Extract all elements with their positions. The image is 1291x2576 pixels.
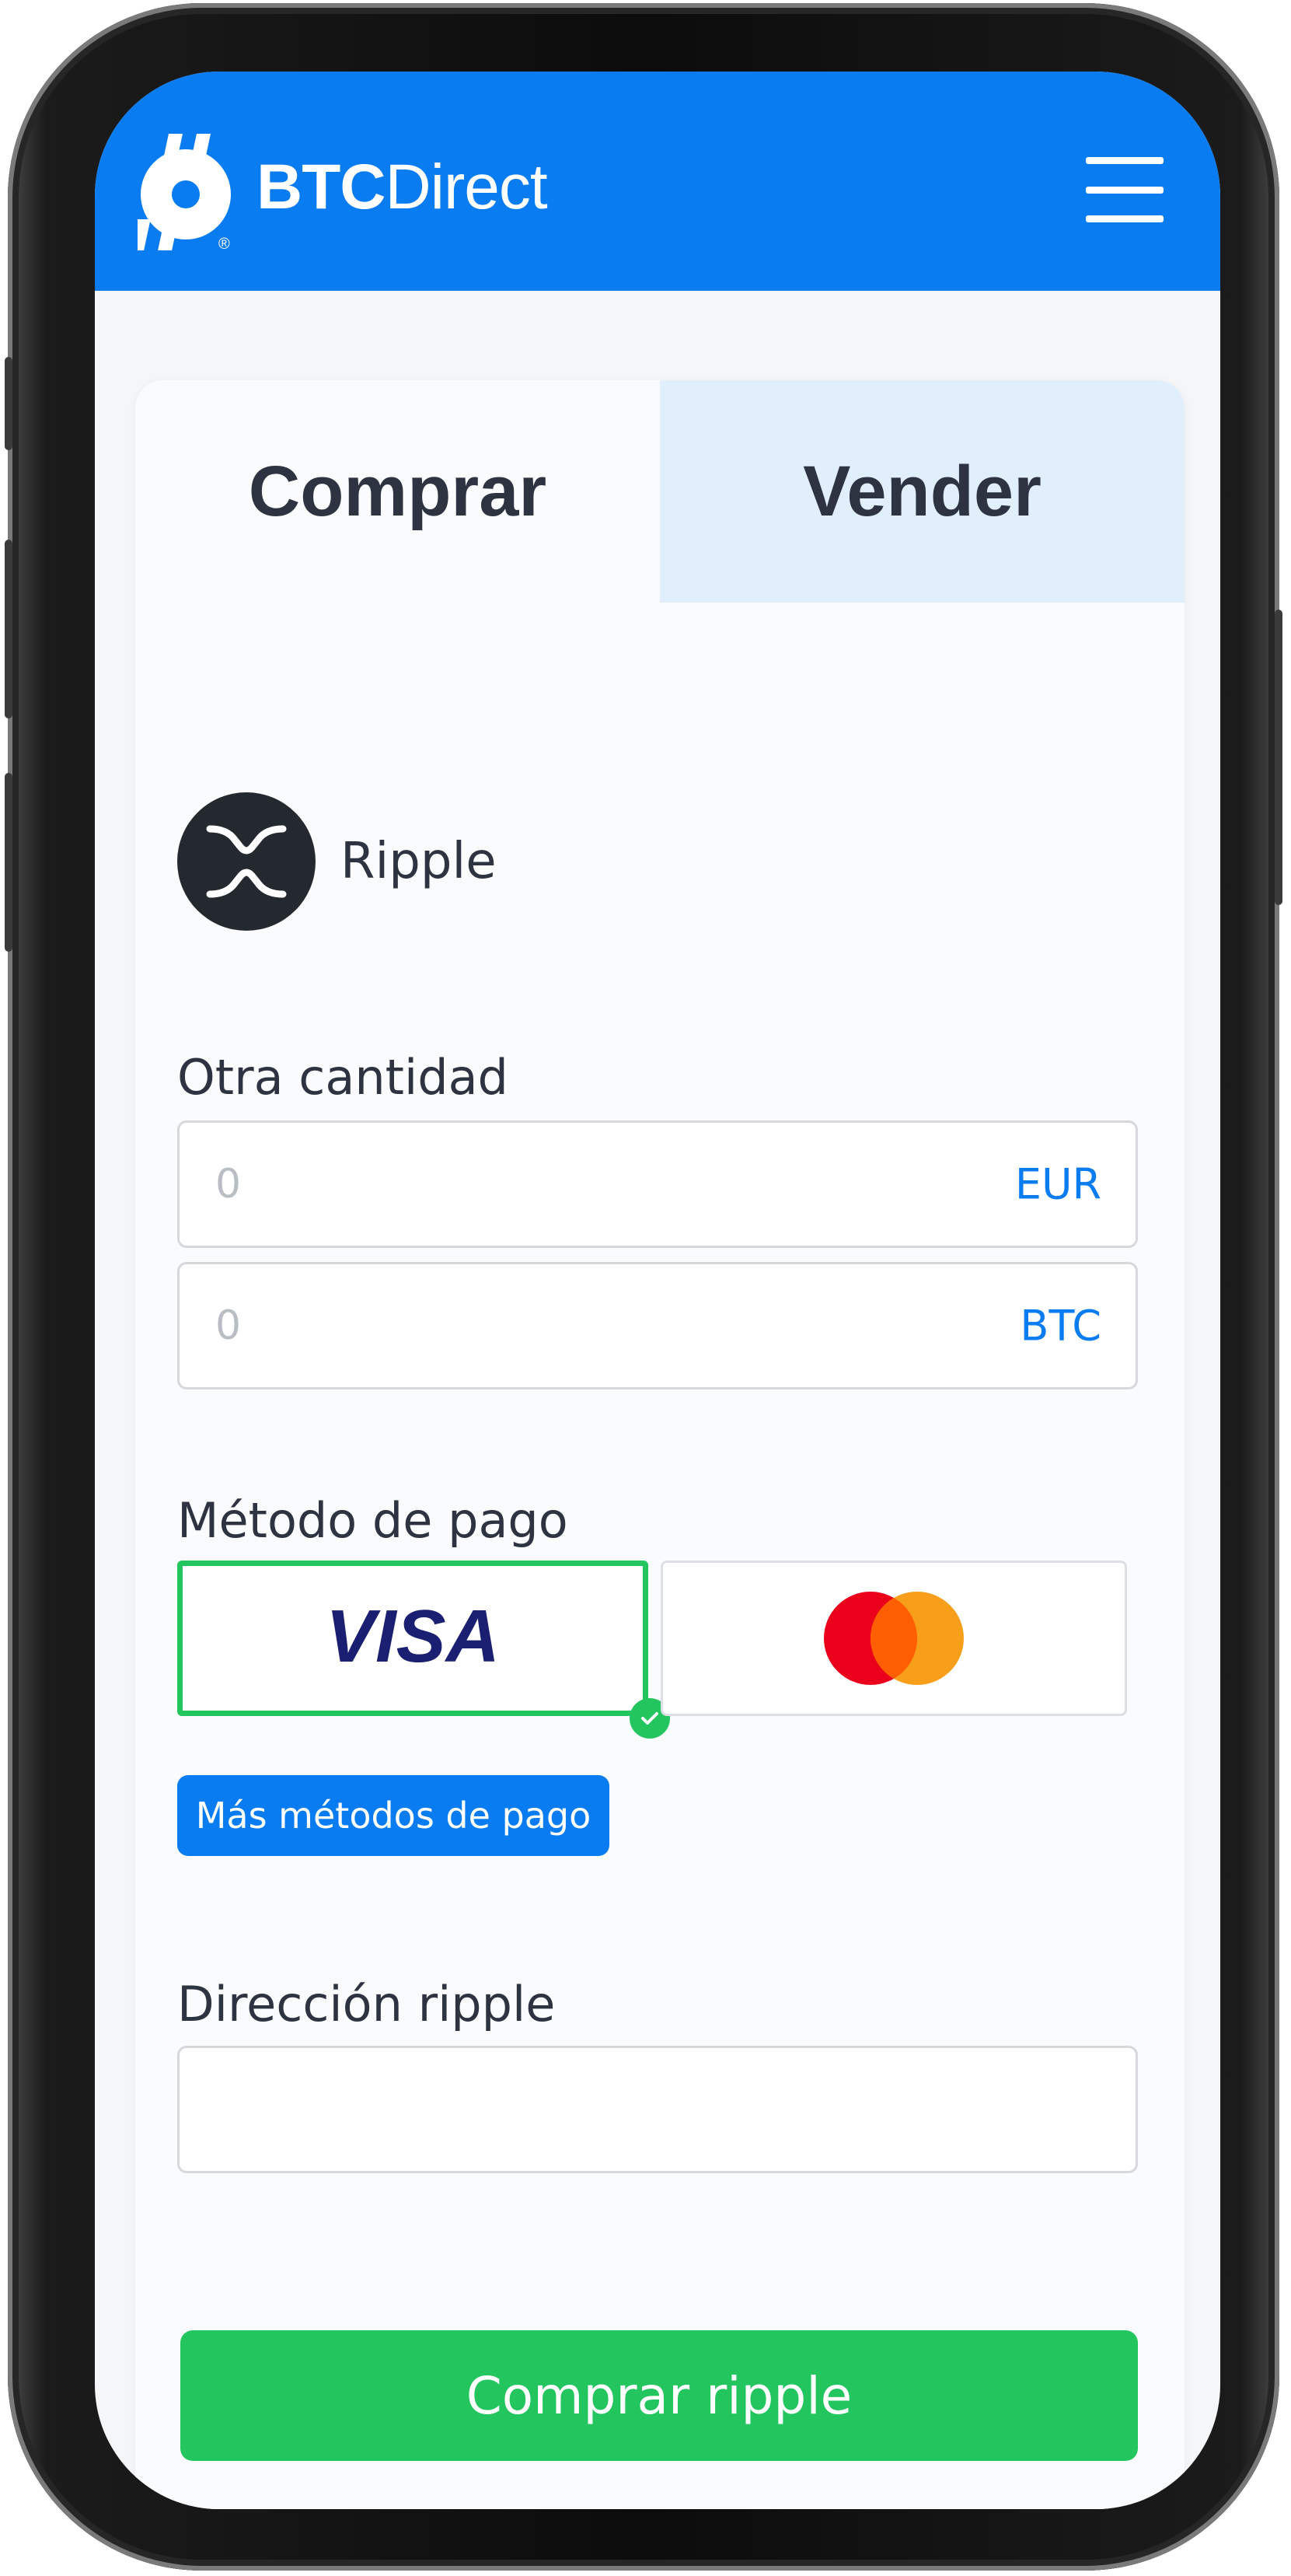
svg-text:®: ® (218, 236, 230, 250)
eur-amount-input[interactable]: 0 EUR (177, 1120, 1138, 1248)
trade-card: Comprar Vender Ripple Otra cantidad 0 EU… (135, 380, 1185, 2509)
tab-vender[interactable]: Vender (660, 380, 1185, 603)
btc-amount-input[interactable]: 0 BTC (177, 1262, 1138, 1389)
phone-power-button (1275, 610, 1282, 905)
address-label: Dirección ripple (177, 1976, 556, 2032)
phone-volume-up-button (5, 540, 12, 718)
payment-method-label: Método de pago (177, 1492, 568, 1549)
btc-amount-value: 0 (215, 1302, 242, 1349)
coin-name: Ripple (340, 833, 497, 890)
tab-comprar[interactable]: Comprar (135, 380, 660, 603)
phone-volume-down-button (5, 773, 12, 952)
visa-logo-icon: VISA (326, 1599, 500, 1677)
ripple-address-input[interactable] (177, 2046, 1138, 2173)
phone-frame: ® BTCDirect Comprar Vender Ripple Otra c… (5, 3, 1282, 2571)
phone-side-button (5, 357, 12, 450)
app-screen: ® BTCDirect Comprar Vender Ripple Otra c… (95, 72, 1220, 2509)
btc-unit: BTC (1020, 1301, 1101, 1351)
brand-name[interactable]: BTCDirect (256, 156, 548, 219)
visa-payment-option[interactable]: VISA (177, 1561, 648, 1716)
xrp-icon (177, 792, 316, 931)
app-header: ® BTCDirect (95, 72, 1220, 291)
amount-label: Otra cantidad (177, 1049, 508, 1106)
eur-amount-value: 0 (215, 1161, 242, 1208)
buy-ripple-button[interactable]: Comprar ripple (180, 2330, 1138, 2461)
btc-direct-logo-icon: ® (138, 134, 231, 250)
mastercard-logo-icon (824, 1592, 964, 1685)
coin-selector[interactable]: Ripple (177, 792, 497, 931)
eur-unit: EUR (1014, 1159, 1101, 1209)
menu-line (1086, 186, 1164, 194)
mastercard-payment-option[interactable] (661, 1561, 1127, 1716)
trade-tabs: Comprar Vender (135, 380, 1185, 603)
more-payment-methods-button[interactable]: Más métodos de pago (177, 1775, 609, 1856)
hamburger-menu-icon[interactable] (1086, 157, 1164, 222)
brand-bold: BTC (256, 152, 386, 222)
menu-line (1086, 157, 1164, 164)
brand-light: Direct (385, 152, 548, 222)
menu-line (1086, 215, 1164, 222)
svg-text:VISA: VISA (326, 1599, 500, 1677)
